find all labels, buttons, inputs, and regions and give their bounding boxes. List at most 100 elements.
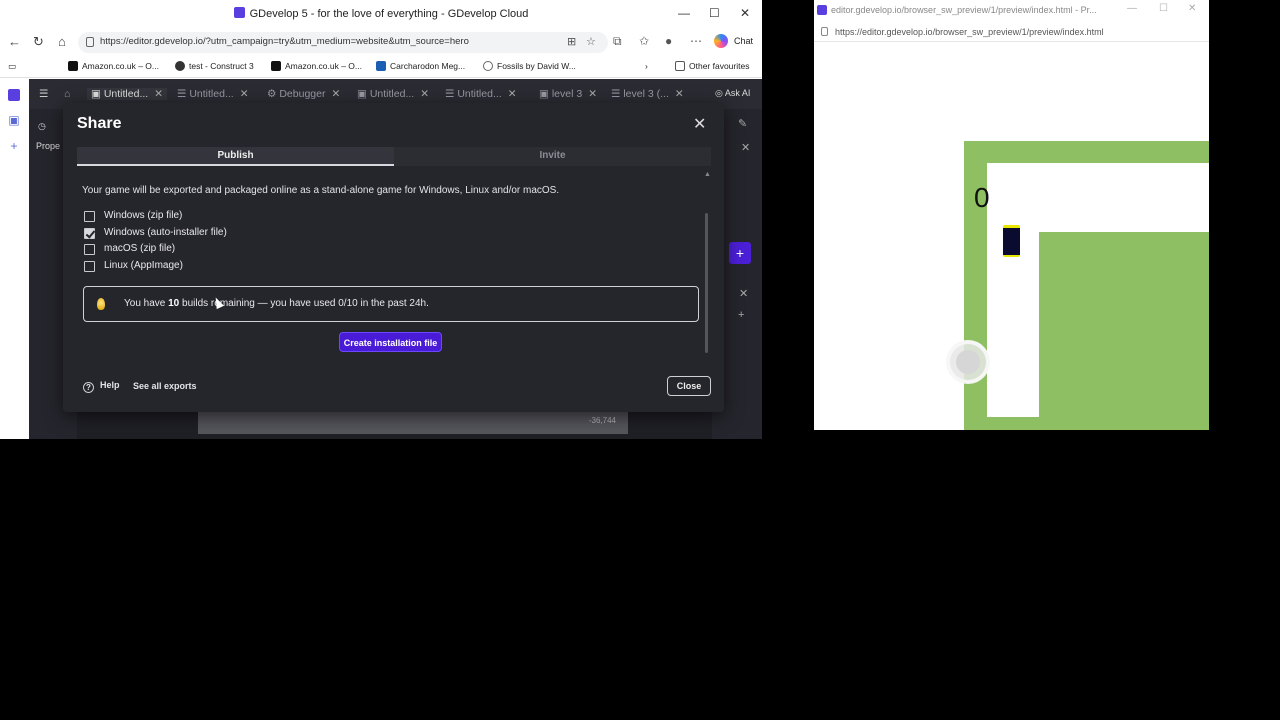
tab-invite[interactable]: Invite xyxy=(394,147,711,166)
favorites-bar: ▭ Amazon.co.uk – O... test - Construct 3… xyxy=(0,56,762,78)
help-icon: ? xyxy=(83,382,94,393)
cursor-coords: -36,744 xyxy=(588,416,616,425)
home-tab-icon[interactable]: ⌂ xyxy=(64,88,70,100)
scrollbar[interactable] xyxy=(705,213,708,353)
lightbulb-icon xyxy=(97,298,105,310)
minimize-icon[interactable]: — xyxy=(1127,3,1137,14)
tab-publish[interactable]: Publish xyxy=(77,147,394,166)
preview-url: https://editor.gdevelop.io/browser_sw_pr… xyxy=(835,27,1104,37)
close-panel-icon[interactable]: ✕ xyxy=(739,287,748,300)
address-bar: ← ↻ ⌂ https://editor.gdevelop.io/?utm_ca… xyxy=(0,30,762,54)
close-window-icon[interactable]: ✕ xyxy=(1188,3,1196,14)
favbar-icon[interactable]: ▭ xyxy=(8,61,16,72)
builds-remaining-info: You have 10 builds remaining — you have … xyxy=(83,286,699,322)
option-label: macOS (zip file) xyxy=(104,243,176,254)
favorite-item[interactable]: Amazon.co.uk – O... xyxy=(271,61,362,71)
lock-icon xyxy=(821,27,828,36)
preview-address-bar[interactable]: https://editor.gdevelop.io/browser_sw_pr… xyxy=(814,22,1209,42)
settings-icon[interactable]: ◷ xyxy=(38,121,46,132)
favorite-item[interactable]: Fossils by David W... xyxy=(483,61,576,71)
menu-icon[interactable]: ☰ xyxy=(39,88,48,100)
gdevelop-icon xyxy=(233,7,245,18)
checkbox[interactable] xyxy=(84,244,95,255)
editor-tab[interactable]: ▣ Untitled... ✕ xyxy=(357,88,429,100)
browser-window-main: GDevelop 5 - for the love of everything … xyxy=(0,0,762,439)
checkbox-checked[interactable] xyxy=(84,228,95,239)
properties-title: Prope xyxy=(36,141,61,151)
minimize-icon[interactable]: — xyxy=(678,6,690,20)
construct-icon xyxy=(175,61,185,71)
scroll-up-icon[interactable]: ▲ xyxy=(704,171,711,178)
canvas-status-strip: -36,744 xyxy=(198,412,628,434)
option-label: Linux (AppImage) xyxy=(104,260,183,271)
favorite-item[interactable]: test - Construct 3 xyxy=(175,61,254,71)
chevron-right-icon[interactable]: › xyxy=(645,61,648,71)
checkbox[interactable] xyxy=(84,261,95,272)
edge-sidebar: ▣ + xyxy=(0,79,29,439)
virtual-joystick[interactable] xyxy=(946,340,990,384)
add-icon[interactable]: + xyxy=(738,309,744,321)
url-input[interactable]: https://editor.gdevelop.io/?utm_campaign… xyxy=(78,32,608,53)
create-installation-file-button[interactable]: Create installation file xyxy=(339,332,442,352)
option-label: Windows (auto-installer file) xyxy=(104,227,227,238)
close-panel-icon[interactable]: ✕ xyxy=(741,141,750,154)
preview-title: editor.gdevelop.io/browser_sw_preview/1/… xyxy=(831,5,1097,15)
see-all-exports-button[interactable]: See all exports xyxy=(133,381,197,391)
add-object-button[interactable]: + xyxy=(729,242,751,264)
refresh-icon[interactable]: ↻ xyxy=(33,34,44,50)
editor-tab[interactable]: ⚙ Debugger ✕ xyxy=(267,88,340,100)
add-icon[interactable]: + xyxy=(8,140,20,152)
editor-tab[interactable]: ▣ Untitled... ✕ xyxy=(87,88,168,100)
preview-title-bar: editor.gdevelop.io/browser_sw_preview/1/… xyxy=(814,0,1209,21)
gdevelop-icon xyxy=(817,5,827,15)
gdevelop-app-icon[interactable] xyxy=(8,89,20,101)
other-favourites[interactable]: Other favourites xyxy=(675,61,749,71)
url-text: https://editor.gdevelop.io/?utm_campaign… xyxy=(100,36,469,47)
window-title: GDevelop 5 - for the love of everything … xyxy=(249,8,529,20)
close-icon[interactable]: ✕ xyxy=(693,114,706,134)
share-tabs: Publish Invite xyxy=(77,147,711,166)
panel-icon[interactable]: ▣ xyxy=(8,114,20,126)
title-bar: GDevelop 5 - for the love of everything … xyxy=(0,0,762,29)
favorite-item[interactable]: Amazon.co.uk – O... xyxy=(68,61,159,71)
ask-ai-button[interactable]: ◎ Ask AI xyxy=(715,88,750,99)
path-tile xyxy=(987,163,1039,417)
favorites-icon[interactable]: ✩ xyxy=(639,34,649,48)
player-sprite xyxy=(1003,225,1020,257)
score-text: 0 xyxy=(974,182,990,213)
more-icon[interactable]: ⋯ xyxy=(690,34,702,48)
chat-label[interactable]: Chat xyxy=(734,36,753,46)
maximize-icon[interactable]: ☐ xyxy=(1159,3,1168,14)
preview-window: editor.gdevelop.io/browser_sw_preview/1/… xyxy=(814,0,1209,430)
share-dialog: Share ✕ Publish Invite ▲ Your game will … xyxy=(63,103,724,412)
dialog-title: Share xyxy=(77,115,122,132)
amazon-icon xyxy=(271,61,281,71)
editor-tab[interactable]: ☰ Untitled... ✕ xyxy=(177,88,249,100)
back-icon[interactable]: ← xyxy=(8,34,21,49)
edit-icon[interactable]: ✎ xyxy=(738,117,747,130)
game-canvas[interactable]: 0 xyxy=(814,43,1209,430)
app-available-icon[interactable]: ⊞ xyxy=(567,35,576,48)
editor-tab[interactable]: ▣ level 3 ✕ xyxy=(539,88,597,100)
favorite-star-icon[interactable]: ☆ xyxy=(586,35,596,48)
home-icon[interactable]: ⌂ xyxy=(58,34,66,49)
help-button[interactable]: ? Help xyxy=(83,380,120,393)
export-description: Your game will be exported and packaged … xyxy=(82,185,560,196)
option-label: Windows (zip file) xyxy=(104,210,183,221)
favorite-item[interactable]: Carcharodon Meg... xyxy=(376,61,465,71)
folder-icon xyxy=(675,61,685,71)
bookmark-site-icon xyxy=(376,61,386,71)
copilot-icon[interactable] xyxy=(714,34,728,48)
lock-icon xyxy=(86,37,94,47)
close-button[interactable]: Close xyxy=(667,376,711,396)
extensions-icon[interactable]: ⧉ xyxy=(613,34,622,49)
editor-tab[interactable]: ☰ level 3 (... ✕ xyxy=(611,88,684,100)
builds-remaining-text: You have 10 builds remaining — you have … xyxy=(124,298,429,309)
editor-tab[interactable]: ☰ Untitled... ✕ xyxy=(445,88,517,100)
amazon-icon xyxy=(68,61,78,71)
globe-icon xyxy=(483,61,493,71)
checkbox[interactable] xyxy=(84,211,95,222)
profile-icon[interactable]: ● xyxy=(665,34,672,48)
maximize-icon[interactable]: ☐ xyxy=(709,6,720,20)
close-window-icon[interactable]: ✕ xyxy=(740,6,750,20)
